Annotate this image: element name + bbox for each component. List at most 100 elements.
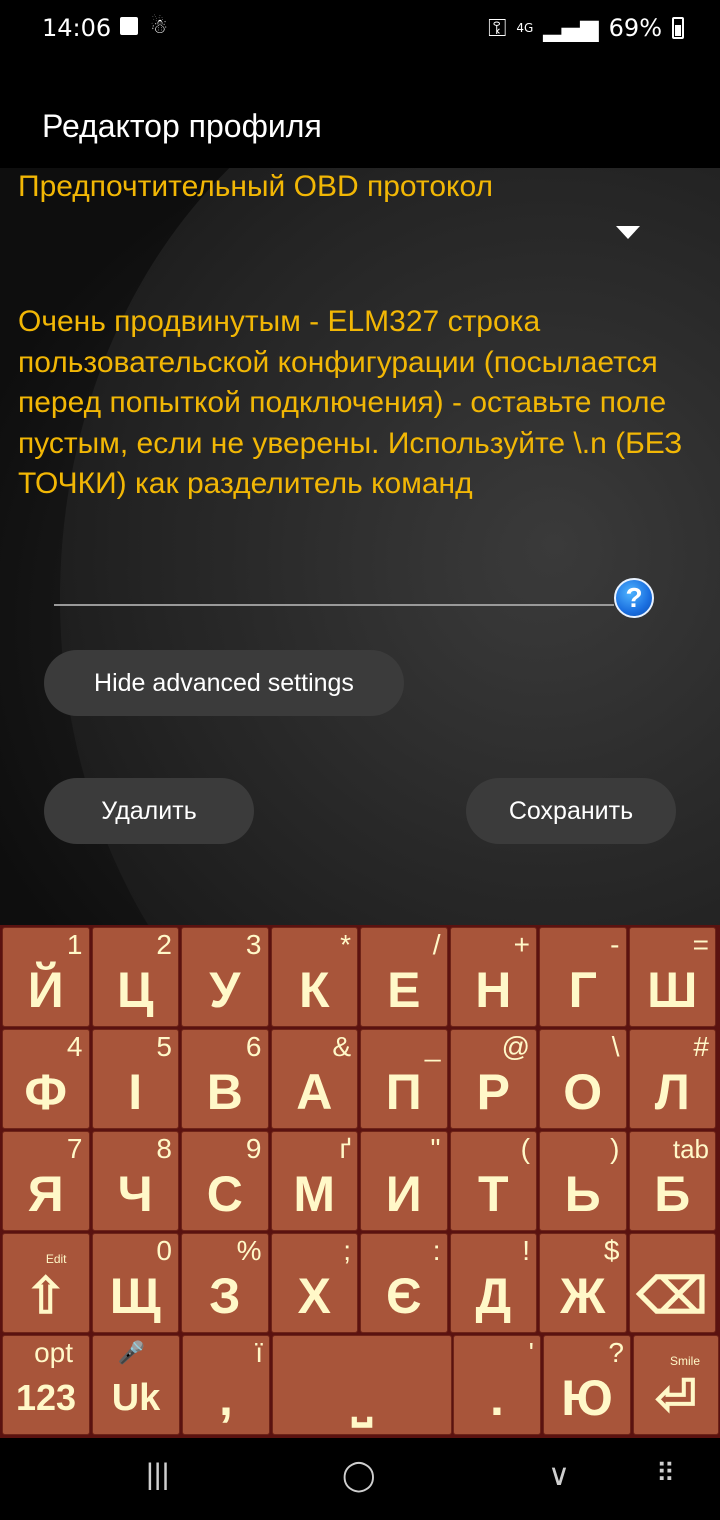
key-yu[interactable]: ? Ю xyxy=(543,1335,631,1435)
key-label: 123 xyxy=(15,1377,77,1418)
key[interactable]: @ Р xyxy=(449,1029,537,1129)
key-label: Щ xyxy=(109,1268,161,1324)
key-secondary-label: # xyxy=(693,1031,709,1062)
home-button[interactable]: ◯ xyxy=(342,1458,376,1493)
key-label: Uk xyxy=(111,1377,161,1419)
key-secondary-label: / xyxy=(432,929,441,960)
key-enter[interactable]: Smile ⏎ xyxy=(633,1335,719,1435)
obd-protocol-label: Предпочтительный OBD протокол xyxy=(18,170,494,203)
key-secondary-label: ( xyxy=(520,1133,530,1164)
key-secondary-label: ; xyxy=(343,1235,351,1266)
help-icon[interactable]: ? xyxy=(614,578,654,618)
key-label: Т xyxy=(477,1166,509,1222)
key-label: И xyxy=(385,1166,422,1222)
key[interactable]: 7Я xyxy=(2,1131,90,1231)
key-secondary-label: \ xyxy=(611,1031,620,1062)
key-label: К xyxy=(298,962,330,1018)
key[interactable]: :Є xyxy=(360,1233,448,1333)
key[interactable]: 0Щ xyxy=(91,1233,179,1333)
key-label: Н xyxy=(475,962,512,1018)
key[interactable]: % З xyxy=(181,1233,269,1333)
key[interactable]: Edit ⇧ xyxy=(2,1233,90,1333)
key[interactable]: + Н xyxy=(449,927,537,1027)
key-icon: ⚿ xyxy=(488,14,507,42)
key[interactable]: -Г xyxy=(539,927,627,1027)
key-label: С xyxy=(206,1166,243,1222)
key[interactable]: 9С xyxy=(181,1131,269,1231)
hide-advanced-button[interactable]: Hide advanced settings xyxy=(44,650,404,716)
key[interactable]: \ О xyxy=(539,1029,627,1129)
key[interactable]: (Т xyxy=(449,1131,537,1231)
key-label: Л xyxy=(654,1064,690,1120)
key-period[interactable]: '. xyxy=(453,1335,541,1435)
key-label: П xyxy=(385,1064,422,1120)
key-secondary-label: 🎤 xyxy=(117,1340,145,1365)
key-label: Р xyxy=(476,1064,510,1120)
custom-config-input[interactable] xyxy=(54,604,614,606)
key[interactable]: ; Х xyxy=(270,1233,358,1333)
custom-config-label: Очень продвинутым - ELM327 строка пользо… xyxy=(18,305,683,500)
key[interactable]: ґМ xyxy=(270,1131,358,1231)
key-label: У xyxy=(209,962,241,1018)
key-space[interactable]: ⎵ xyxy=(272,1335,452,1435)
key[interactable]: / Е xyxy=(360,927,448,1027)
key[interactable]: _ П xyxy=(360,1029,448,1129)
key-secondary-label: ґ xyxy=(339,1133,351,1164)
key[interactable]: ) Ь xyxy=(539,1131,627,1231)
key[interactable]: 1Й xyxy=(2,927,90,1027)
nav-bar: ||| ◯ ∨ ⠿ xyxy=(0,1438,720,1520)
profile-form: Предпочтительный OBD протокол Очень прод… xyxy=(0,168,720,925)
key[interactable]: " И xyxy=(360,1131,448,1231)
key[interactable]: # Л xyxy=(628,1029,716,1129)
key-secondary-label: - xyxy=(610,929,620,960)
keyboard-toggle-icon[interactable]: ⠿ xyxy=(656,1458,675,1489)
key-secondary-label: tab xyxy=(672,1134,709,1164)
key-secondary-label: " xyxy=(430,1133,441,1164)
key[interactable]: & А xyxy=(270,1029,358,1129)
key[interactable]: 3У xyxy=(181,927,269,1027)
key-comma[interactable]: ї, xyxy=(182,1335,270,1435)
key-secondary-label: 4 xyxy=(66,1031,83,1062)
key[interactable]: $ Ж xyxy=(539,1233,627,1333)
key-label: ⏎ xyxy=(655,1370,697,1426)
key-label: Б xyxy=(654,1166,691,1222)
key-label: Е xyxy=(387,962,421,1018)
key-label: Ю xyxy=(561,1370,613,1426)
delete-button[interactable]: Удалить xyxy=(44,778,254,844)
key[interactable]: 5І xyxy=(91,1029,179,1129)
key-secondary-label: 9 xyxy=(245,1133,262,1164)
key-label: Ж xyxy=(560,1268,606,1324)
key[interactable]: ! Д xyxy=(449,1233,537,1333)
key-secondary-label: * xyxy=(340,929,351,960)
key-label: А xyxy=(296,1064,333,1120)
save-button[interactable]: Сохранить xyxy=(466,778,676,844)
key-secondary-label: ) xyxy=(610,1133,620,1164)
key-lang[interactable]: 🎤 Uk xyxy=(92,1335,180,1435)
key-secondary-label: 7 xyxy=(66,1133,83,1164)
recents-button[interactable]: ||| xyxy=(146,1458,169,1492)
key-secondary-label: 2 xyxy=(156,929,172,960)
key-label: Ч xyxy=(117,1166,153,1222)
key-secondary-label: 6 xyxy=(245,1031,262,1062)
key-secondary-label: opt xyxy=(34,1337,73,1368)
key-secondary-label: 8 xyxy=(156,1133,172,1164)
key[interactable]: = Ш xyxy=(628,927,716,1027)
dropdown-arrow-icon[interactable] xyxy=(616,226,640,239)
key-opt[interactable]: opt 123 xyxy=(2,1335,90,1435)
key[interactable]: 8Ч xyxy=(91,1131,179,1231)
notification-icon xyxy=(120,17,138,35)
key-label: О xyxy=(563,1064,603,1120)
key[interactable]: 4Ф xyxy=(2,1029,90,1129)
key-label: ⌫ xyxy=(636,1268,708,1324)
key[interactable]: tab Б xyxy=(628,1131,716,1231)
key-label: ⇧ xyxy=(24,1268,67,1324)
key[interactable]: 6В xyxy=(181,1029,269,1129)
key[interactable]: * К xyxy=(270,927,358,1027)
back-button[interactable]: ∨ xyxy=(548,1458,570,1493)
key[interactable]: ⌫ xyxy=(628,1233,716,1333)
key[interactable]: 2Ц xyxy=(91,927,179,1027)
key-label: Ь xyxy=(564,1166,601,1222)
key-label: І xyxy=(128,1064,143,1120)
network-type: 4G xyxy=(516,20,534,35)
key-secondary-label: ? xyxy=(608,1337,624,1368)
